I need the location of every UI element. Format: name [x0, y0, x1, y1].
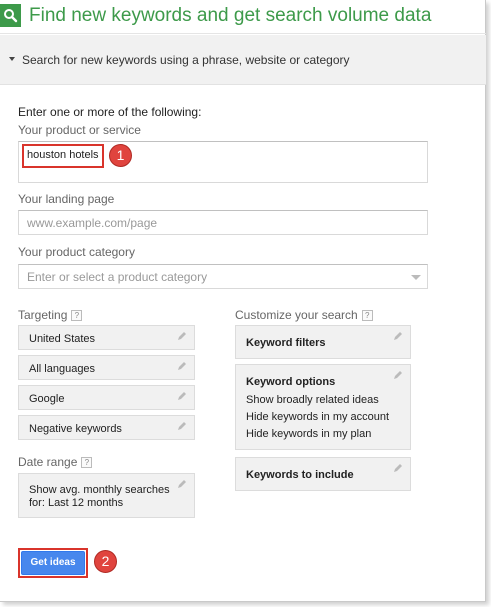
keyword-options-title: Keyword options [246, 376, 336, 388]
pencil-icon [178, 362, 186, 370]
pencil-icon [394, 464, 402, 472]
planner-panel: Find new keywords and get search volume … [0, 0, 486, 602]
keyword-options-card[interactable]: Keyword options Show broadly related ide… [235, 364, 411, 450]
customize-label: Customize your search? [235, 308, 373, 322]
targeting-negative-keywords[interactable]: Negative keywords [18, 415, 195, 440]
page-title: Find new keywords and get search volume … [29, 5, 432, 26]
search-icon [0, 4, 21, 27]
section-label: Search for new keywords using a phrase, … [22, 53, 350, 67]
keyword-filters-card[interactable]: Keyword filters [235, 325, 411, 359]
pencil-icon [178, 392, 186, 400]
help-icon[interactable]: ? [71, 310, 83, 321]
date-range-card[interactable]: Show avg. monthly searches for: Last 12 … [18, 473, 195, 518]
get-ideas-button[interactable]: Get ideas [21, 551, 85, 575]
pencil-icon [394, 332, 402, 340]
targeting-language-label: All languages [29, 363, 96, 375]
keyword-filters-title: Keyword filters [246, 337, 326, 349]
keywords-to-include-card[interactable]: Keywords to include [235, 457, 411, 491]
product-category-select[interactable]: Enter or select a product category [18, 264, 428, 289]
pencil-icon [178, 332, 186, 340]
pencil-icon [178, 480, 186, 488]
targeting-label: Targeting? [18, 308, 83, 322]
landing-page-input[interactable]: www.example.com/page [18, 210, 428, 235]
keyword-option-line: Hide keywords in my account [246, 411, 390, 423]
landing-page-label: Your landing page [18, 192, 115, 206]
product-label: Your product or service [18, 123, 141, 137]
search-section-toggle[interactable]: Search for new keywords using a phrase, … [0, 35, 486, 85]
pencil-icon [394, 371, 402, 379]
keywords-to-include-title: Keywords to include [246, 469, 354, 481]
targeting-location[interactable]: United States [18, 325, 195, 350]
keyword-option-line: Show broadly related ideas [246, 394, 379, 406]
targeting-network[interactable]: Google [18, 385, 195, 410]
help-icon[interactable]: ? [361, 310, 373, 321]
targeting-language[interactable]: All languages [18, 355, 195, 380]
landing-page-placeholder: www.example.com/page [27, 216, 158, 230]
targeting-negative-label: Negative keywords [29, 423, 122, 435]
keyword-option-line: Hide keywords in my plan [246, 428, 372, 440]
product-value: houston hotels [27, 149, 99, 161]
header-bar: Find new keywords and get search volume … [0, 0, 486, 34]
category-label: Your product category [18, 245, 135, 259]
collapse-triangle-icon [9, 57, 15, 61]
step-1-badge: 1 [109, 144, 132, 167]
form-intro: Enter one or more of the following: [18, 105, 202, 119]
step-2-badge: 2 [94, 550, 117, 573]
help-icon[interactable]: ? [81, 457, 93, 468]
date-range-line-2: for: Last 12 months [29, 497, 124, 509]
chevron-down-icon [411, 275, 421, 280]
date-range-label: Date range? [18, 455, 93, 469]
category-placeholder: Enter or select a product category [27, 270, 208, 284]
pencil-icon [178, 422, 186, 430]
targeting-location-label: United States [29, 333, 96, 345]
date-range-line-1: Show avg. monthly searches [29, 484, 170, 496]
targeting-network-label: Google [29, 393, 65, 405]
